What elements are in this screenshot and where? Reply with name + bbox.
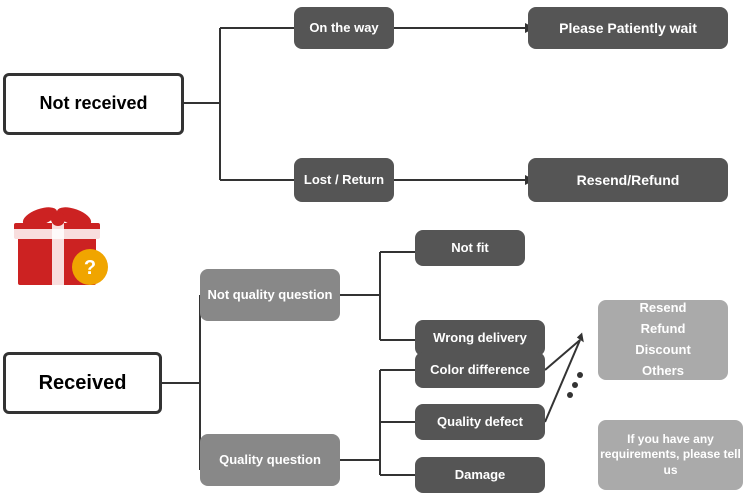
color-difference-box: Color difference: [415, 352, 545, 388]
quality-question-box: Quality question: [200, 434, 340, 486]
on-the-way-box: On the way: [294, 7, 394, 49]
not-quality-box: Not quality question: [200, 269, 340, 321]
gift-box-image: ?: [10, 195, 120, 290]
quality-defect-box: Quality defect: [415, 404, 545, 440]
resend-refund-top-box: Resend/Refund: [528, 158, 728, 202]
damage-box: Damage: [415, 457, 545, 493]
requirements-box: If you have any requirements, please tel…: [598, 420, 743, 490]
not-received-box: Not received: [3, 73, 184, 135]
received-box: Received: [3, 352, 162, 414]
resend-options-box: Resend Refund Discount Others: [598, 300, 728, 380]
wrong-delivery-box: Wrong delivery: [415, 320, 545, 356]
svg-text:?: ?: [84, 257, 96, 279]
please-wait-box: Please Patiently wait: [528, 7, 728, 49]
diagram: ? Not received On the way Please Patient…: [0, 0, 750, 500]
not-fit-box: Not fit: [415, 230, 525, 266]
lost-return-box: Lost / Return: [294, 158, 394, 202]
